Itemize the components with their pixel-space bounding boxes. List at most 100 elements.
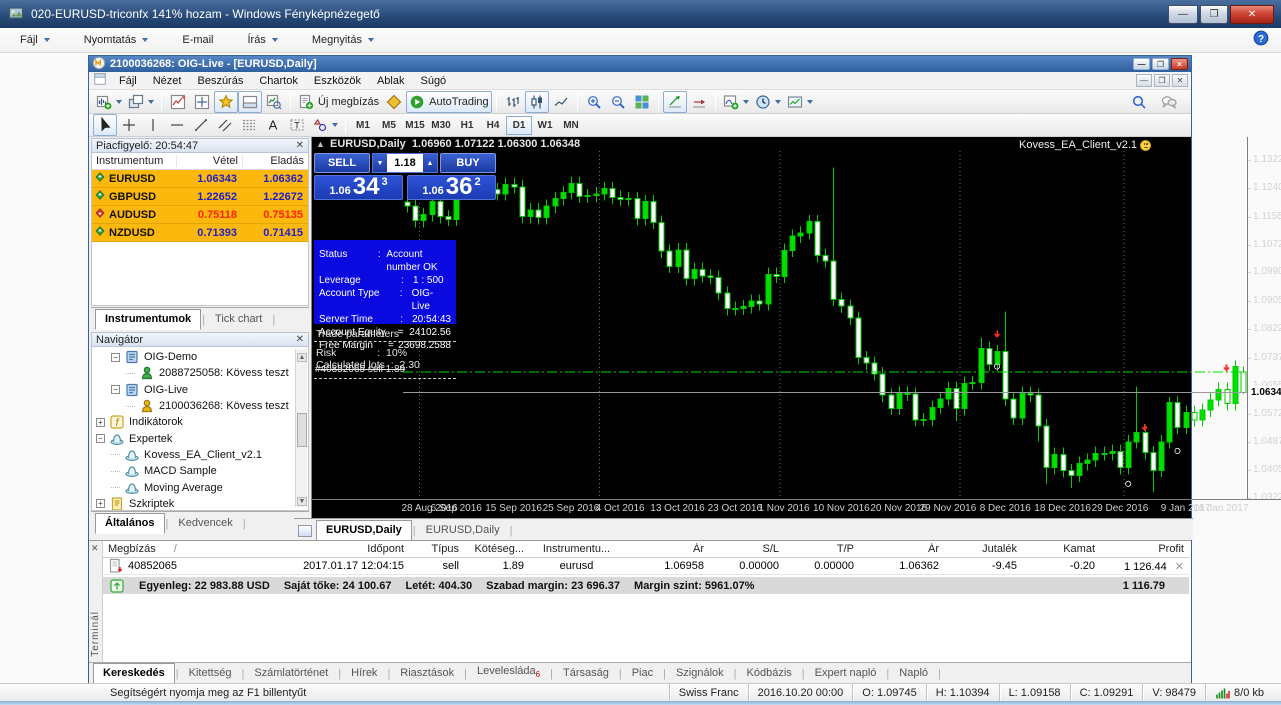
terminal-tab-napl-[interactable]: Napló	[890, 664, 937, 683]
mt4-doc-minimize-button[interactable]: —	[1136, 74, 1152, 87]
terminal-column-header[interactable]: Kötéseg...	[464, 543, 529, 555]
menu-item-nyomtatás[interactable]: Nyomtatás	[74, 31, 159, 49]
tree-item[interactable]: 2088725058: Kövess teszt	[94, 365, 308, 381]
scrollbar-thumb[interactable]	[297, 413, 307, 447]
terminal-tab-keresked-s[interactable]: Kereskedés	[93, 663, 175, 684]
timeframe-m5[interactable]: M5	[376, 116, 402, 135]
terminal-tab-kitetts-g[interactable]: Kitettség	[180, 664, 241, 683]
tab-kedvencek[interactable]: Kedvencek	[169, 514, 241, 533]
profiles-button[interactable]	[125, 91, 157, 113]
terminal-column-header[interactable]: S/L	[709, 543, 784, 555]
chart-list-icon[interactable]	[298, 525, 312, 537]
new-order-button[interactable]: Új megbízás	[295, 91, 382, 113]
timeframe-d1[interactable]: D1	[506, 115, 532, 135]
mt4-menu-chartok[interactable]: Chartok	[251, 73, 306, 89]
timeframe-h1[interactable]: H1	[454, 116, 480, 135]
close-order-icon[interactable]: ✕	[1167, 561, 1184, 573]
terminal-column-header[interactable]: Kamat	[1022, 543, 1100, 555]
navigator-scrollbar[interactable]: ▲ ▼	[295, 349, 307, 507]
templates-button[interactable]	[784, 91, 816, 113]
expand-icon[interactable]: +	[96, 417, 105, 427]
terminal-close-icon[interactable]: ✕	[91, 543, 99, 554]
zoom-out-button[interactable]	[606, 91, 630, 113]
tab--ltal-nos[interactable]: Általános	[95, 513, 165, 534]
navigator-button[interactable]	[214, 90, 238, 113]
terminal-tab-expert-napl-[interactable]: Expert napló	[806, 664, 886, 683]
buy-button[interactable]: BUY	[440, 153, 496, 173]
terminal-column-header[interactable]: Profit	[1100, 543, 1189, 555]
horizontal-line-button[interactable]	[165, 114, 189, 136]
volume-value[interactable]: 1.18	[387, 154, 423, 172]
menu-item-fájl[interactable]: Fájl	[10, 31, 60, 49]
minimize-button[interactable]: —	[1168, 4, 1198, 24]
strategy-tester-button[interactable]	[262, 91, 286, 113]
restore-button[interactable]: ❐	[1200, 4, 1228, 24]
chat-button[interactable]	[1157, 91, 1181, 113]
indicators-button[interactable]	[720, 91, 752, 113]
menu-item-e-mail[interactable]: E-mail	[172, 31, 223, 49]
market-watch-row[interactable]: NZDUSD 0.71393 0.71415	[92, 224, 308, 242]
mt4-menu-ablak[interactable]: Ablak	[369, 73, 413, 89]
channel-button[interactable]	[213, 114, 237, 136]
market-watch-button[interactable]	[166, 91, 190, 113]
trendline-button[interactable]	[189, 114, 213, 136]
volume-decrease-icon[interactable]: ▼	[373, 154, 387, 172]
bars-button[interactable]	[501, 91, 525, 113]
mt4-menu-fájl[interactable]: Fájl	[111, 73, 145, 89]
periods-button[interactable]	[752, 91, 784, 113]
timeframe-m15[interactable]: M15	[402, 116, 428, 135]
tree-item[interactable]: MACD Sample	[94, 463, 308, 479]
close-button[interactable]: ✕	[1230, 4, 1274, 24]
terminal-column-header[interactable]: T/P	[784, 543, 859, 555]
tree-item[interactable]: + Szkriptek	[94, 496, 308, 510]
autotrading-button[interactable]: AutoTrading	[406, 90, 492, 113]
help-icon[interactable]: ?	[1253, 30, 1269, 49]
shapes-button[interactable]	[309, 114, 341, 136]
tree-item[interactable]: − Expertek	[94, 430, 308, 446]
timeframe-w1[interactable]: W1	[532, 116, 558, 135]
search-button[interactable]	[1127, 91, 1151, 113]
expand-icon[interactable]: +	[96, 499, 105, 509]
collapse-icon[interactable]: −	[111, 385, 120, 395]
buy-price[interactable]: 1.06 36 2	[407, 174, 496, 200]
mt4-menu-nézet[interactable]: Nézet	[145, 73, 190, 89]
terminal-column-header[interactable]: Instrumentu...	[529, 543, 624, 555]
close-icon[interactable]: ✕	[296, 140, 304, 151]
market-watch-row[interactable]: AUDUSD 0.75118 0.75135	[92, 206, 308, 224]
timeframe-mn[interactable]: MN	[558, 116, 584, 135]
menu-item-megnyitás[interactable]: Megnyitás	[302, 31, 384, 49]
terminal-column-header[interactable]: Ár	[624, 543, 709, 555]
column-header[interactable]: Eladás	[242, 155, 308, 167]
mt4-menu-súgó[interactable]: Súgó	[412, 73, 454, 89]
collapse-icon[interactable]: −	[111, 352, 120, 362]
terminal-tab-t-rsas-g[interactable]: Társaság	[554, 664, 618, 683]
terminal-tab-k-db-zis[interactable]: Kódbázis	[738, 664, 801, 683]
terminal-column-header[interactable]: Időpont	[251, 543, 409, 555]
terminal-tab-levelesl-da[interactable]: Levelesláda6	[468, 662, 549, 683]
text-button[interactable]: A	[261, 114, 285, 136]
tree-item[interactable]: − OIG-Demo	[94, 349, 308, 365]
auto-scroll-button[interactable]	[662, 90, 687, 113]
cursor-button[interactable]	[93, 114, 117, 136]
zoom-in-button[interactable]	[582, 91, 606, 113]
terminal-tab-h-rek[interactable]: Hírek	[342, 664, 386, 683]
ea-smiley-icon[interactable]	[1140, 139, 1151, 151]
fibonacci-button[interactable]	[237, 114, 261, 136]
terminal-tab-szign-lok[interactable]: Szignálok	[667, 664, 733, 683]
chart-area[interactable]: ▲ EURUSD,Daily 1.06960 1.07122 1.06300 1…	[311, 137, 1281, 518]
new-chart-button[interactable]	[93, 91, 125, 113]
terminal-tab-riaszt-sok[interactable]: Riasztások	[391, 664, 463, 683]
terminal-order-row[interactable]: 40852065 2017.01.17 12:04:15 sell 1.89 eurus…	[103, 558, 1189, 575]
chart-tab-eurusd-daily[interactable]: EURUSD,Daily	[417, 521, 509, 540]
terminal-column-header[interactable]: Megbízás /	[103, 543, 251, 555]
candles-button[interactable]	[524, 90, 549, 113]
mt4-doc-close-button[interactable]: ✕	[1172, 74, 1188, 87]
terminal-tab-sz-mlat-rt-net[interactable]: Számlatörténet	[245, 664, 337, 683]
column-header[interactable]: Instrumentum	[92, 155, 176, 167]
mt4-menu-eszközök[interactable]: Eszközök	[306, 73, 369, 89]
mt4-menu-beszúrás[interactable]: Beszúrás	[189, 73, 251, 89]
time-scale[interactable]: 28 Aug 2016 6 Sep 2016 15 Sep 2016 25 Sep 2…	[312, 499, 1281, 518]
sell-button[interactable]: SELL	[314, 153, 370, 173]
tab-instrumentumok[interactable]: Instrumentumok	[95, 309, 202, 330]
column-header[interactable]: Vétel	[176, 155, 242, 167]
